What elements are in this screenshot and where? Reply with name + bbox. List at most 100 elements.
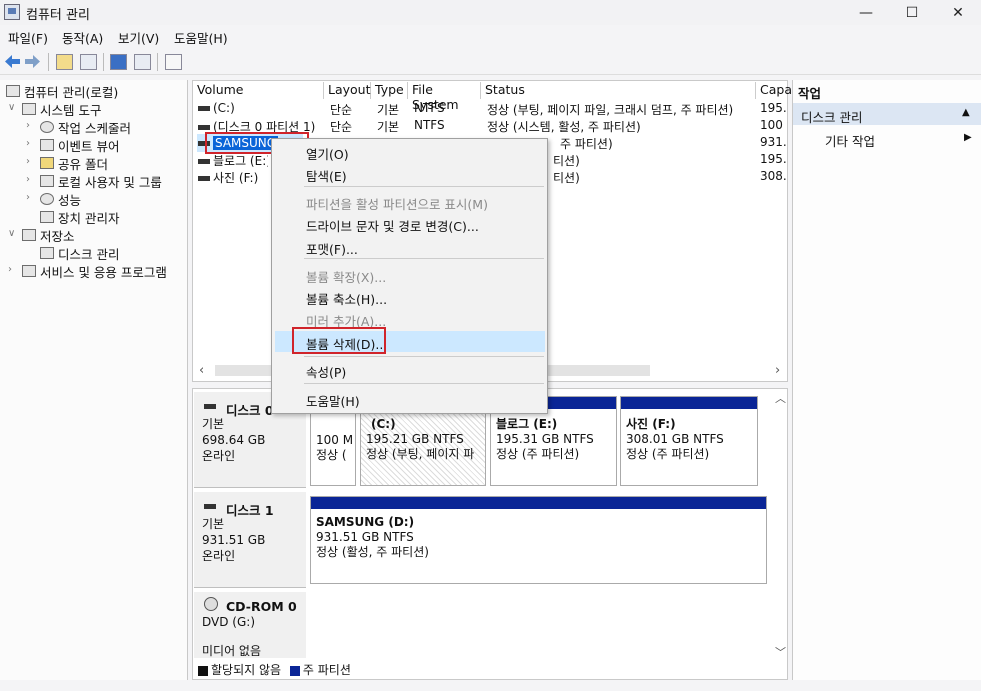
- table-row[interactable]: (C:): [198, 101, 324, 115]
- up-folder-icon[interactable]: [56, 54, 73, 70]
- tree-item-event-viewer[interactable]: 이벤트 뷰어: [40, 136, 119, 155]
- disk-size: 931.51 GB: [202, 533, 266, 547]
- menu-item-help[interactable]: 도움말(H): [306, 391, 360, 410]
- column-status[interactable]: Status: [482, 82, 756, 99]
- row-status: 티션): [553, 171, 580, 185]
- export-list-icon[interactable]: [165, 54, 182, 70]
- column-capacity[interactable]: Capa: [757, 82, 792, 99]
- cd-icon: [204, 597, 218, 611]
- tree-item-shared-folders[interactable]: 공유 폴더: [40, 154, 108, 173]
- close-button[interactable]: ✕: [935, 0, 981, 25]
- expand-arrow-icon[interactable]: ›: [26, 156, 30, 167]
- row-type: 기본: [377, 120, 400, 134]
- row-capacity: 100 M: [760, 118, 786, 132]
- row-layout: 단순: [330, 120, 353, 134]
- row-status: 주 파티션): [560, 137, 613, 151]
- clock-icon: [40, 121, 54, 133]
- back-arrow-icon[interactable]: [4, 54, 21, 69]
- menu-action[interactable]: 동작(A): [62, 28, 103, 47]
- disk-name: CD-ROM 0: [226, 599, 297, 614]
- row-status: 티션): [553, 154, 580, 168]
- menu-help[interactable]: 도움말(H): [174, 28, 228, 47]
- properties-icon[interactable]: [134, 54, 151, 70]
- title-bar: 컴퓨터 관리 — ☐ ✕: [0, 0, 981, 25]
- disk-state: 온라인: [202, 549, 236, 563]
- partition-samsung[interactable]: SAMSUNG (D:) 931.51 GB NTFS 정상 (활성, 주 파티…: [310, 496, 767, 584]
- table-row[interactable]: 사진 (F:): [198, 169, 268, 186]
- menu-file[interactable]: 파일(F): [8, 28, 48, 47]
- scroll-up-icon[interactable]: ︿: [775, 390, 786, 406]
- performance-icon: [40, 193, 54, 205]
- collapse-arrow-icon[interactable]: ∨: [8, 102, 15, 113]
- expand-arrow-icon[interactable]: ›: [8, 264, 12, 275]
- menu-item-extend[interactable]: 볼륨 확장(X)...: [306, 267, 386, 286]
- partition-size: 195.31 GB NTFS: [496, 432, 594, 446]
- disk-type: 기본: [202, 417, 225, 431]
- actions-pane: [792, 80, 981, 680]
- disk-type: DVD (G:): [202, 615, 255, 629]
- column-layout[interactable]: Layout: [325, 82, 371, 99]
- row-status: 정상 (시스템, 활성, 주 파티션): [487, 120, 641, 134]
- tree-item-root[interactable]: 컴퓨터 관리(로컬): [6, 82, 118, 101]
- row-fs: NTFS: [414, 118, 445, 132]
- submenu-arrow-icon[interactable]: ▶: [964, 132, 972, 143]
- partition-label: 사진 (F:): [626, 417, 676, 431]
- menu-item-mark-active[interactable]: 파티션을 활성 파티션으로 표시(M): [306, 194, 488, 213]
- maximize-button[interactable]: ☐: [889, 0, 935, 25]
- expand-arrow-icon[interactable]: ›: [26, 120, 30, 131]
- help-icon[interactable]: [110, 54, 127, 70]
- more-actions[interactable]: 기타 작업: [825, 131, 875, 150]
- menu-item-shrink[interactable]: 볼륨 축소(H)...: [306, 289, 387, 308]
- show-hide-tree-icon[interactable]: [80, 54, 97, 70]
- device-manager-icon: [40, 211, 54, 223]
- partition-size: 100 M: [316, 433, 354, 447]
- partition-status: 정상 (부팅, 페이지 파: [366, 447, 475, 461]
- menu-item-open[interactable]: 열기(O): [306, 144, 349, 163]
- tree-item-task-scheduler[interactable]: 작업 스케줄러: [40, 118, 131, 137]
- menu-item-change-drive-letter[interactable]: 드라이브 문자 및 경로 변경(C)...: [306, 216, 479, 235]
- menu-view[interactable]: 보기(V): [118, 28, 159, 47]
- collapse-up-icon[interactable]: ▲: [962, 107, 970, 118]
- tree-item-device-manager[interactable]: 장치 관리자: [40, 208, 119, 227]
- tree-item-disk-management[interactable]: 디스크 관리: [40, 244, 119, 263]
- row-layout: 단순: [330, 103, 353, 117]
- menu-item-format[interactable]: 포맷(F)...: [306, 239, 358, 258]
- row-fs: NTFS: [414, 101, 445, 115]
- volume-icon: [198, 176, 210, 181]
- tree-item-system-tools[interactable]: 시스템 도구: [22, 100, 101, 119]
- expand-arrow-icon[interactable]: ›: [26, 138, 30, 149]
- volume-icon: [198, 125, 210, 130]
- partition-f[interactable]: 사진 (F:) 308.01 GB NTFS 정상 (주 파티션): [620, 396, 758, 486]
- table-row[interactable]: 블로그 (E:): [198, 152, 268, 169]
- partition-label: 블로그 (E:): [496, 417, 558, 431]
- menu-item-explore[interactable]: 탐색(E): [306, 166, 347, 185]
- legend-swatch-unallocated: [198, 665, 208, 676]
- expand-arrow-icon[interactable]: ›: [26, 174, 30, 185]
- actions-header: 작업: [798, 86, 822, 101]
- disk-name: 디스크 0: [226, 403, 274, 418]
- services-icon: [22, 265, 36, 277]
- column-file-system[interactable]: File System: [409, 82, 481, 112]
- menu-item-properties[interactable]: 속성(P): [306, 362, 346, 381]
- window-title: 컴퓨터 관리: [26, 8, 90, 23]
- tree-item-storage[interactable]: 저장소: [22, 226, 75, 245]
- column-type[interactable]: Type: [372, 82, 408, 99]
- tree-item-local-users[interactable]: 로컬 사용자 및 그룹: [40, 172, 162, 191]
- disk-state: 온라인: [202, 449, 236, 463]
- row-capacity: 931.5: [760, 135, 786, 149]
- scroll-left-icon[interactable]: ‹: [199, 363, 204, 378]
- legend-swatch-primary: [289, 665, 300, 676]
- row-capacity: 308.0: [760, 169, 786, 183]
- column-volume[interactable]: Volume: [194, 82, 324, 99]
- tree-item-services[interactable]: 서비스 및 응용 프로그램: [22, 262, 167, 281]
- partition-status: 정상 (활성, 주 파티션): [316, 545, 429, 559]
- tree-item-performance[interactable]: 성능: [40, 190, 81, 209]
- minimize-button[interactable]: —: [843, 0, 889, 25]
- collapse-arrow-icon[interactable]: ∨: [8, 228, 15, 239]
- partition-label: SAMSUNG (D:): [316, 515, 415, 529]
- scroll-down-icon[interactable]: ﹀: [775, 644, 786, 660]
- forward-arrow-icon[interactable]: [24, 54, 41, 69]
- scroll-right-icon[interactable]: ›: [775, 363, 780, 378]
- event-log-icon: [40, 139, 54, 151]
- expand-arrow-icon[interactable]: ›: [26, 192, 30, 203]
